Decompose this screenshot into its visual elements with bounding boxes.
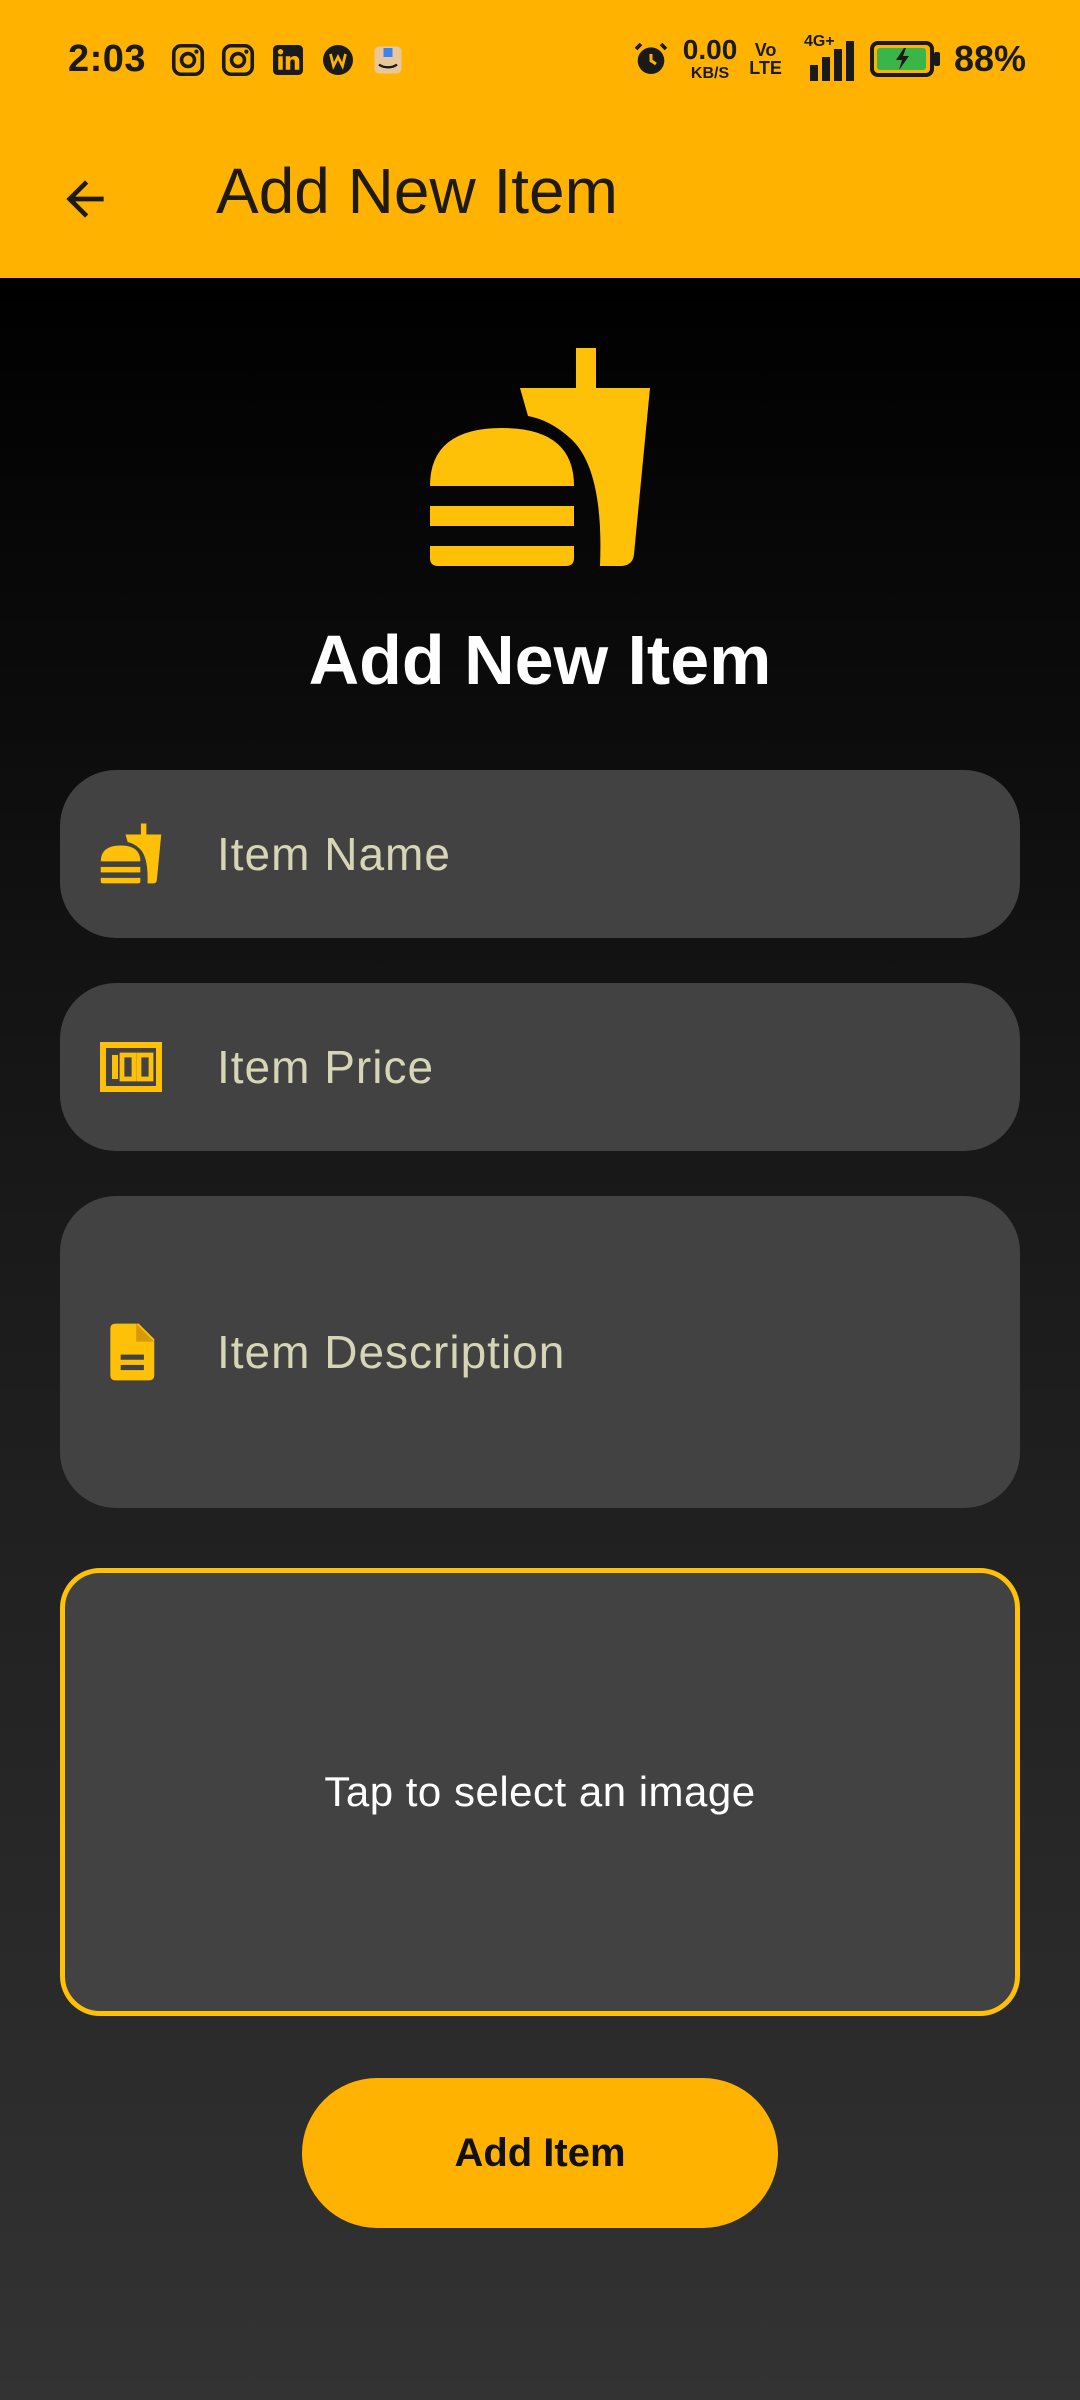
item-price-field[interactable]: Item Price xyxy=(60,983,1020,1151)
instagram-icon xyxy=(171,43,205,77)
form-screen: Add New Item Item Name Item Price Item D… xyxy=(0,278,1080,2400)
back-button[interactable] xyxy=(40,154,130,244)
amazon-icon xyxy=(374,46,402,74)
image-picker[interactable]: Tap to select an image xyxy=(60,1568,1020,2016)
volte-top: Vo xyxy=(754,40,777,60)
money-icon xyxy=(98,1034,164,1100)
signal-indicator: 4G+ xyxy=(794,33,858,81)
status-bar: 2:03 0.00 KB/S Vo LTE 4G+ 88% xyxy=(0,0,1080,120)
alarm-icon xyxy=(634,42,668,74)
battery-percent: 88% xyxy=(953,38,1026,79)
add-item-label: Add Item xyxy=(454,2130,626,2175)
network-speed-value: 0.00 xyxy=(682,34,738,65)
add-item-button[interactable]: Add Item xyxy=(302,2078,778,2228)
signal-icon xyxy=(809,41,854,81)
app-bar: Add New Item xyxy=(0,120,1080,278)
item-price-placeholder: Item Price xyxy=(217,1041,435,1093)
form-heading: Add New Item xyxy=(308,621,772,699)
app-icon xyxy=(323,45,353,75)
fastfood-icon xyxy=(430,348,650,566)
volte-bottom: LTE xyxy=(749,58,782,78)
linkedin-icon xyxy=(273,45,303,75)
app-bar-title: Add New Item xyxy=(216,155,618,227)
battery-icon xyxy=(869,41,940,77)
item-name-placeholder: Item Name xyxy=(217,828,451,880)
instagram-icon xyxy=(221,43,255,77)
arrow-back-icon xyxy=(66,180,104,218)
status-time: 2:03 xyxy=(68,38,147,80)
item-description-field[interactable]: Item Description xyxy=(60,1196,1020,1508)
status-right: 0.00 KB/S Vo LTE 4G+ 88% xyxy=(631,33,1026,82)
notification-icons xyxy=(170,42,406,78)
item-description-placeholder: Item Description xyxy=(217,1326,566,1378)
network-speed-unit: KB/S xyxy=(690,65,730,82)
top-bar-area: 2:03 0.00 KB/S Vo LTE 4G+ 88% Add New It… xyxy=(0,0,1080,278)
description-icon xyxy=(98,1319,164,1385)
network-speed: 0.00 KB/S xyxy=(683,36,738,82)
item-name-field[interactable]: Item Name xyxy=(60,770,1020,938)
volte-indicator: Vo LTE xyxy=(749,41,782,77)
fastfood-icon xyxy=(98,821,164,887)
image-picker-label: Tap to select an image xyxy=(324,1768,756,1815)
